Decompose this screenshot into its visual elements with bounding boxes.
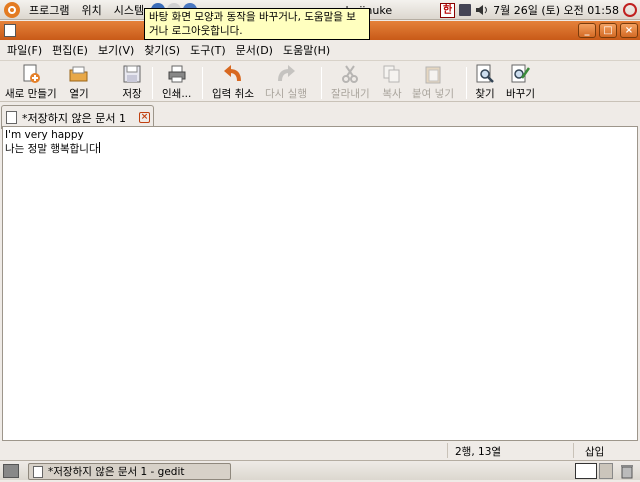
save-button[interactable]: 저장 bbox=[122, 64, 142, 102]
scissors-icon bbox=[340, 64, 360, 84]
menu-places[interactable]: 위치 bbox=[75, 2, 107, 18]
find-button-label: 찾기 bbox=[475, 88, 495, 100]
open-button-label: 열기 bbox=[69, 88, 89, 100]
open-folder-icon bbox=[69, 64, 89, 84]
paste-button-label: 붙여 넣기 bbox=[412, 88, 454, 100]
new-button-label: 새로 만들기 bbox=[5, 88, 57, 100]
bottom-panel: *저장하지 않은 문서 1 - gedit bbox=[0, 460, 640, 480]
menu-documents[interactable]: 문서(D) bbox=[231, 42, 278, 58]
paste-button[interactable]: 붙여 넣기 bbox=[412, 64, 454, 102]
undo-button[interactable]: 입력 취소 bbox=[212, 64, 254, 102]
copy-button-label: 복사 bbox=[382, 88, 402, 100]
menu-help[interactable]: 도움말(H) bbox=[278, 42, 335, 58]
tab-title: *저장하지 않은 문서 1 bbox=[22, 111, 126, 125]
open-button[interactable]: 열기 bbox=[69, 64, 89, 102]
menu-search[interactable]: 찾기(S) bbox=[139, 42, 185, 58]
tooltip: 바탕 화면 모양과 동작을 바꾸거나, 도움말을 보거나 로그아웃합니다. bbox=[144, 8, 370, 40]
window-menu-icon[interactable] bbox=[4, 24, 16, 37]
editor-line: I'm very happy bbox=[5, 129, 84, 141]
taskbar-gedit-window[interactable]: *저장하지 않은 문서 1 - gedit bbox=[28, 463, 231, 480]
cut-button[interactable]: 잘라내기 bbox=[331, 64, 370, 102]
new-button[interactable]: 새로 만들기 bbox=[5, 64, 57, 102]
menu-view[interactable]: 보기(V) bbox=[93, 42, 139, 58]
menu-tools[interactable]: 도구(T) bbox=[185, 42, 231, 58]
gedit-app-icon bbox=[33, 465, 43, 478]
minimize-button[interactable]: _ bbox=[578, 23, 596, 38]
print-button-label: 인쇄... bbox=[162, 88, 192, 100]
cut-button-label: 잘라내기 bbox=[331, 88, 370, 100]
trash-icon[interactable] bbox=[619, 463, 635, 479]
text-editor[interactable]: I'm very happy 나는 정말 행복합니다 bbox=[2, 126, 638, 441]
print-button[interactable]: 인쇄... bbox=[162, 64, 191, 102]
redo-button[interactable]: 다시 실행 bbox=[265, 64, 307, 102]
maximize-button[interactable]: □ bbox=[599, 23, 617, 38]
clock[interactable]: 7월 26일 (토) 오전 01:58 bbox=[493, 2, 619, 18]
find-magnifier-icon bbox=[475, 64, 495, 84]
close-button[interactable]: × bbox=[620, 23, 638, 38]
power-icon[interactable] bbox=[623, 3, 637, 17]
system-tray: lmjinuke 한 7월 26일 (토) 오전 01:58 bbox=[342, 0, 640, 20]
save-button-label: 저장 bbox=[122, 88, 142, 100]
workspace-switcher-2[interactable] bbox=[599, 463, 613, 479]
statusbar: 2행, 13열 삽입 bbox=[0, 442, 640, 459]
cursor-position: 2행, 13열 bbox=[455, 446, 502, 458]
replace-button[interactable]: 바꾸기 bbox=[506, 64, 535, 102]
editor-line: 나는 정말 행복합니다 bbox=[5, 143, 99, 155]
find-button[interactable]: 찾기 bbox=[475, 64, 495, 102]
text-cursor bbox=[98, 142, 100, 153]
replace-icon bbox=[510, 64, 531, 84]
menu-edit[interactable]: 편집(E) bbox=[47, 42, 93, 58]
undo-button-label: 입력 취소 bbox=[212, 88, 254, 100]
redo-arrow-icon bbox=[276, 64, 296, 84]
copy-button[interactable]: 복사 bbox=[382, 64, 402, 102]
ubuntu-logo-icon[interactable] bbox=[4, 1, 20, 18]
copy-icon bbox=[382, 64, 402, 84]
workspace-switcher-1[interactable] bbox=[575, 463, 597, 479]
volume-icon[interactable] bbox=[475, 4, 489, 16]
document-tabbar: *저장하지 않은 문서 1 × bbox=[0, 103, 640, 129]
input-method-indicator[interactable]: 한 bbox=[440, 2, 456, 18]
replace-button-label: 바꾸기 bbox=[506, 88, 535, 100]
taskbar-window-label: *저장하지 않은 문서 1 - gedit bbox=[48, 466, 185, 478]
document-icon bbox=[6, 111, 17, 124]
tab-close-icon[interactable]: × bbox=[139, 112, 150, 123]
insert-mode: 삽입 bbox=[585, 446, 605, 458]
paste-clipboard-icon bbox=[423, 64, 443, 84]
menu-applications[interactable]: 프로그램 bbox=[23, 2, 75, 18]
new-document-icon bbox=[21, 64, 41, 84]
show-desktop-icon[interactable] bbox=[3, 464, 19, 478]
redo-button-label: 다시 실행 bbox=[265, 88, 307, 100]
toolbar: 새로 만들기 열기 저장 인쇄... 입력 취소 다시 실행 잘라내기 복사 붙… bbox=[0, 60, 640, 146]
save-icon bbox=[122, 64, 142, 84]
printer-icon bbox=[167, 64, 187, 84]
undo-arrow-icon bbox=[223, 64, 243, 84]
network-icon[interactable] bbox=[459, 4, 472, 16]
menubar: 파일(F) 편집(E) 보기(V) 찾기(S) 도구(T) 문서(D) 도움말(… bbox=[0, 40, 640, 59]
menu-file[interactable]: 파일(F) bbox=[2, 42, 47, 58]
